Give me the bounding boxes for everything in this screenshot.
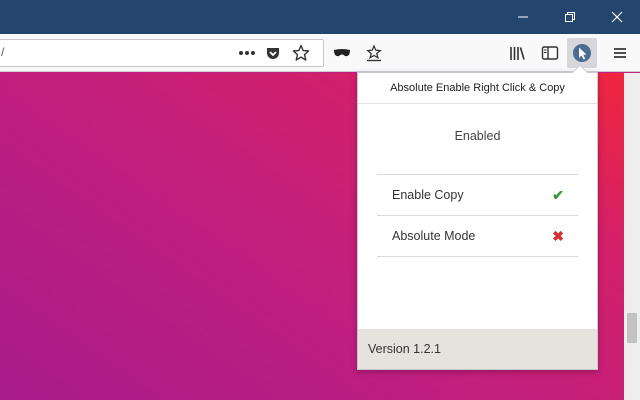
url-text: /	[1, 45, 5, 59]
option-label: Enable Copy	[392, 188, 464, 202]
extension-cursor-icon	[573, 44, 591, 62]
status-text[interactable]: Enabled	[358, 129, 597, 143]
options-list: Enable Copy ✔ Absolute Mode ✖	[377, 174, 578, 257]
main-menu-button[interactable]	[608, 41, 632, 65]
restore-button[interactable]	[547, 0, 593, 34]
popup-title: Absolute Enable Right Click & Copy	[358, 73, 597, 104]
library-icon	[510, 47, 525, 60]
browser-toolbar: /	[0, 34, 640, 72]
mask-icon	[334, 49, 350, 57]
save-to-icon	[366, 44, 382, 62]
restore-icon	[565, 12, 575, 22]
page-scrollbar[interactable]	[624, 73, 640, 400]
sidebar-icon	[541, 46, 559, 60]
option-enable-copy[interactable]: Enable Copy ✔	[377, 175, 578, 216]
sidebar-button[interactable]	[538, 41, 562, 65]
more-dots-icon	[239, 51, 255, 55]
library-button[interactable]	[505, 41, 529, 65]
minimize-button[interactable]	[500, 0, 546, 34]
pocket-icon	[267, 48, 279, 59]
scrollbar-thumb[interactable]	[627, 313, 637, 343]
cross-icon: ✖	[552, 227, 564, 244]
check-icon: ✔	[552, 186, 564, 203]
page-actions-button[interactable]	[235, 41, 259, 65]
close-icon	[611, 11, 623, 23]
option-absolute-mode[interactable]: Absolute Mode ✖	[377, 216, 578, 257]
title-bar	[0, 0, 640, 34]
bookmark-star-icon	[292, 44, 310, 61]
version-footer: Version 1.2.1	[358, 329, 597, 369]
pocket-button[interactable]	[261, 41, 285, 65]
extension-button[interactable]	[567, 38, 597, 68]
private-mask-button[interactable]	[330, 41, 354, 65]
bookmark-button[interactable]	[289, 41, 313, 65]
save-to-button[interactable]	[362, 41, 386, 65]
option-label: Absolute Mode	[392, 229, 476, 243]
close-window-button[interactable]	[594, 0, 640, 34]
hamburger-menu-icon	[614, 48, 626, 58]
minimize-icon	[518, 16, 528, 18]
url-bar[interactable]: /	[0, 39, 324, 67]
extension-popup: Absolute Enable Right Click & Copy Enabl…	[357, 72, 598, 370]
